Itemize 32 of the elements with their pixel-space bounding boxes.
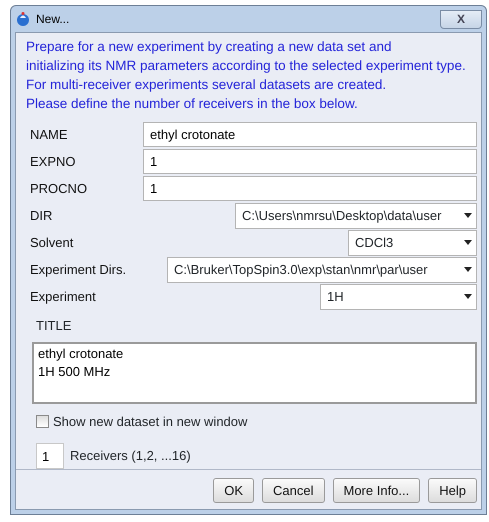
app-icon xyxy=(15,11,31,27)
dialog-button[interactable]: OK xyxy=(213,478,254,503)
dropdown[interactable]: C:\Bruker\TopSpin3.0\exp\stan\nmr\par\user xyxy=(167,256,477,282)
caret-icon xyxy=(464,240,472,245)
checkbox[interactable] xyxy=(36,414,49,428)
text-field[interactable]: ethyl crotonate xyxy=(143,122,477,147)
dialog-button[interactable]: Help xyxy=(428,478,477,503)
caret-icon xyxy=(464,294,472,299)
text-field[interactable]: 1 xyxy=(143,149,477,174)
dropdown[interactable]: 1H xyxy=(320,284,477,310)
field-label: Experiment Dirs. xyxy=(30,260,128,279)
receivers-field[interactable]: 1 xyxy=(36,443,64,469)
field-label: EXPNO xyxy=(30,152,77,171)
checkbox-label: Show new dataset in new window xyxy=(53,412,248,430)
intro-text: Prepare for a new experiment by creating a new data set and initializing its NMR parameters according to the selected experiment type. For multi-receiver experiments several datasets are created. Please define the number of receivers in the box below. xyxy=(25,38,467,113)
text-field[interactable]: 1 xyxy=(143,176,477,201)
caret-icon xyxy=(464,267,472,272)
dropdown[interactable]: C:\Users\nmrsu\Desktop\data\user xyxy=(235,202,477,228)
dropdown[interactable]: CDCl3 xyxy=(348,230,477,256)
field-label: PROCNO xyxy=(30,180,88,198)
field-label: TITLE xyxy=(36,317,72,335)
field-label: DIR xyxy=(30,206,54,225)
field-label: Solvent xyxy=(30,234,74,252)
window-title: New... xyxy=(36,11,70,28)
dialog-button[interactable]: More Info... xyxy=(332,478,420,503)
close-button[interactable]: X xyxy=(440,10,482,28)
title-textarea[interactable]: ethyl crotonate 1H 500 MHz xyxy=(32,342,477,404)
field-label: Experiment xyxy=(30,288,97,306)
caret-icon xyxy=(464,213,472,218)
dialog-button[interactable]: Cancel xyxy=(262,478,324,503)
field-label: NAME xyxy=(30,126,69,144)
receivers-label: Receivers (1,2, ...16) xyxy=(70,447,191,466)
